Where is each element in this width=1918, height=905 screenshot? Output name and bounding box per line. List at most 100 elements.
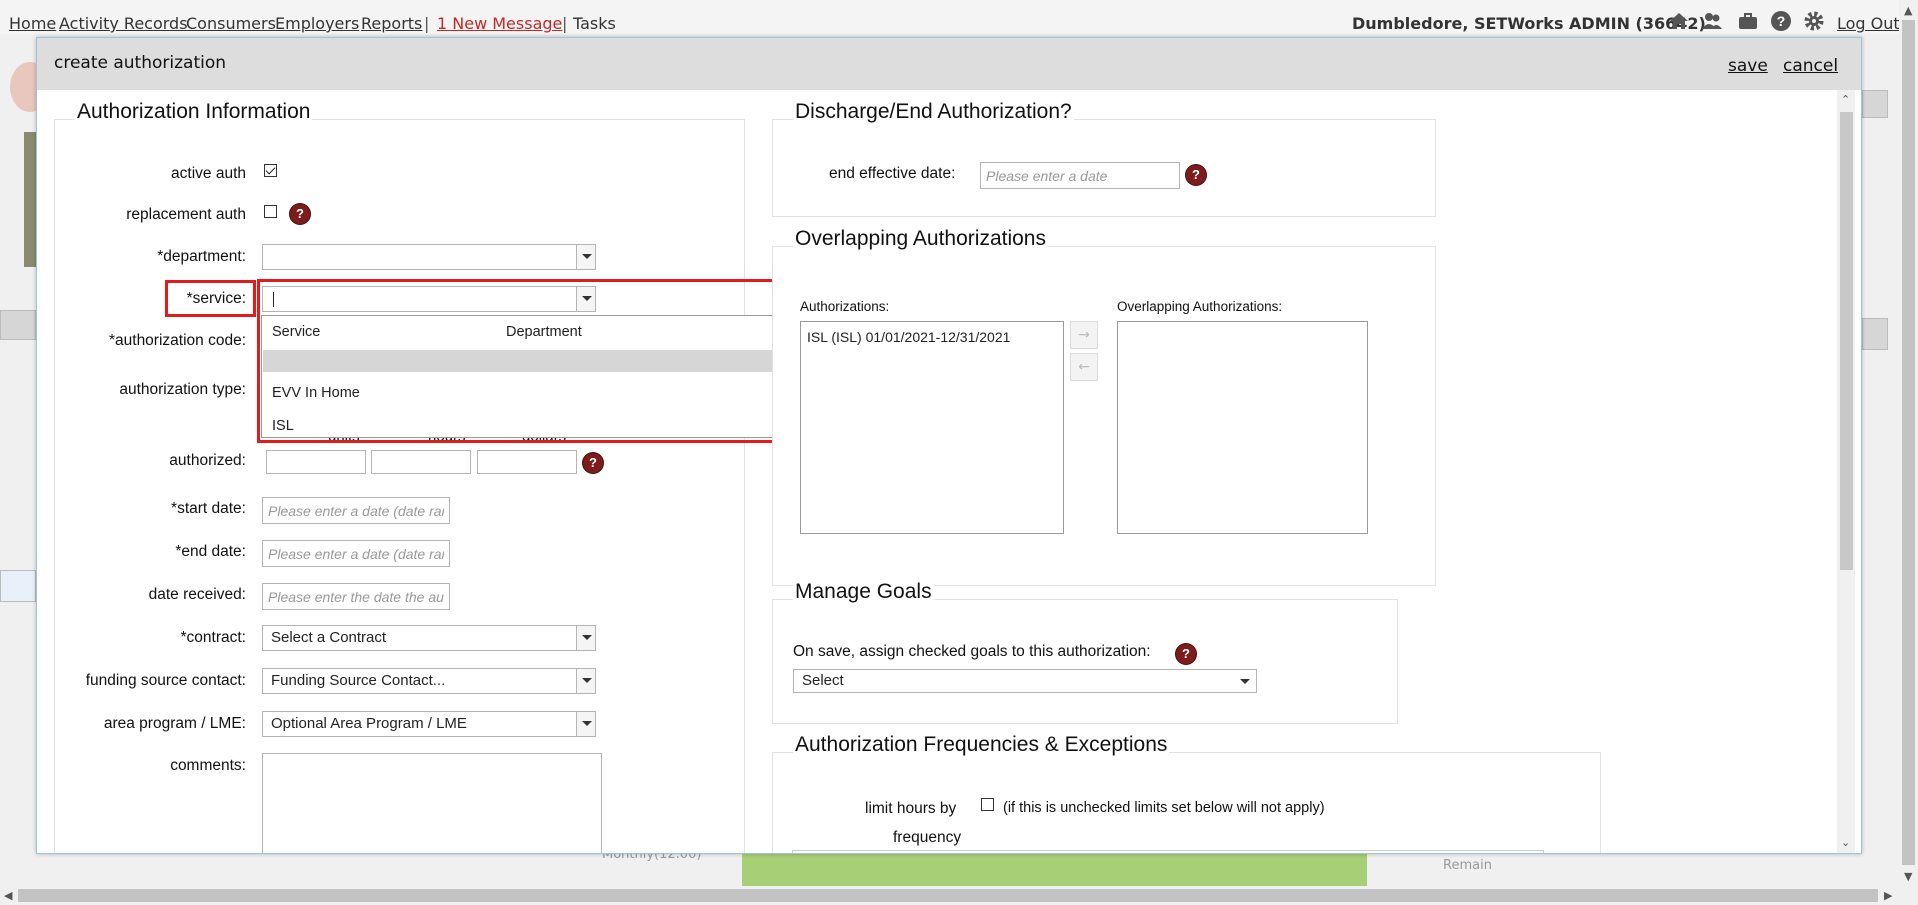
gear-icon[interactable] — [1803, 10, 1825, 32]
window-horizontal-scroll-thumb[interactable] — [18, 889, 1878, 902]
authorized-help-icon[interactable]: ? — [583, 453, 603, 473]
authorizations-listbox[interactable]: ISL (ISL) 01/01/2021-12/31/2021 — [800, 321, 1064, 534]
authorized-label: authorized: — [169, 452, 246, 469]
contract-select[interactable]: Select a Contract — [262, 625, 596, 651]
comments-textarea[interactable] — [262, 753, 602, 853]
svg-text:?: ? — [1777, 13, 1786, 29]
background-strip — [0, 310, 36, 340]
authorization-type-label: authorization type: — [119, 381, 246, 398]
nav-activity-records-link[interactable]: Activity Records — [59, 14, 188, 33]
authorization-info-section — [54, 119, 745, 853]
nav-separator: | — [562, 14, 568, 33]
scroll-down-arrow-icon[interactable]: ▼ — [1904, 870, 1912, 883]
funding-source-contact-label: funding source contact: — [85, 672, 246, 689]
chevron-down-icon — [576, 626, 595, 650]
end-effective-date-input[interactable] — [980, 162, 1180, 189]
authorization-info-title: Authorization Information — [75, 100, 313, 124]
area-program-label: area program / LME: — [103, 715, 246, 732]
department-label: *department: — [157, 248, 246, 265]
replacement-auth-label: replacement auth — [126, 206, 246, 223]
dialog-scroll-thumb[interactable] — [1840, 112, 1853, 570]
briefcase-icon[interactable] — [1737, 10, 1759, 32]
help-icon[interactable]: ? — [1770, 10, 1792, 32]
scroll-left-arrow-icon[interactable]: ◀ — [4, 889, 12, 902]
end-effective-date-help-icon[interactable]: ? — [1186, 165, 1206, 185]
goals-select[interactable]: Select — [793, 669, 1257, 693]
department-select[interactable] — [262, 244, 596, 270]
funding-source-contact-select[interactable]: Funding Source Contact... — [262, 668, 596, 694]
limit-hours-checkbox[interactable] — [981, 798, 994, 811]
limit-hours-note: (if this is unchecked limits set below w… — [1003, 800, 1325, 816]
assign-goals-help-icon[interactable]: ? — [1176, 644, 1196, 664]
window-scroll-thumb[interactable] — [1902, 20, 1915, 865]
end-date-label: *end date: — [175, 543, 246, 560]
user-name: Dumbledore, SETWorks ADMIN (36642) — [1352, 14, 1706, 33]
nav-consumers-link[interactable]: Consumers — [186, 14, 276, 33]
nav-reports-link[interactable]: Reports — [361, 14, 422, 33]
dialog-title: create authorization — [54, 53, 227, 73]
service-dropdown-highlight — [257, 279, 793, 443]
manage-goals-title: Manage Goals — [793, 580, 934, 604]
manage-goals-section — [772, 599, 1398, 724]
limit-hours-label: limit hours by — [865, 800, 957, 817]
nav-tasks-link[interactable]: Tasks — [573, 14, 616, 33]
background-photo — [24, 132, 36, 267]
authorization-list-item[interactable]: ISL (ISL) 01/01/2021-12/31/2021 — [807, 329, 1010, 345]
end-date-input[interactable] — [262, 540, 450, 567]
discharge-title: Discharge/End Authorization? — [793, 100, 1074, 124]
logout-link[interactable]: Log Out — [1837, 14, 1900, 33]
authorization-code-label: *authorization code: — [108, 332, 246, 349]
nav-home-link[interactable]: Home — [9, 14, 56, 33]
nav-employers-link[interactable]: Employers — [275, 14, 359, 33]
authorizations-label: Authorizations: — [800, 299, 890, 314]
cancel-button[interactable]: cancel — [1783, 56, 1838, 76]
move-left-button[interactable]: ← — [1070, 353, 1098, 381]
assign-goals-label: On save, assign checked goals to this au… — [793, 643, 1151, 660]
background-select — [1862, 90, 1888, 118]
dialog-scroll-down-icon[interactable]: ⌄ — [1841, 836, 1850, 849]
dialog-scroll-up-icon[interactable]: ⌃ — [1841, 93, 1850, 106]
replacement-auth-help-icon[interactable]: ? — [290, 204, 310, 224]
contract-label: *contract: — [180, 629, 246, 646]
area-program-select[interactable]: Optional Area Program / LME — [262, 711, 596, 737]
chevron-down-icon — [1240, 679, 1250, 684]
users-icon[interactable] — [1701, 10, 1723, 32]
window-vertical-scrollbar[interactable]: ▲ ▼ — [1899, 0, 1918, 886]
authorized-units-input[interactable] — [266, 450, 366, 474]
nav-separator: | — [424, 14, 430, 33]
overlapping-title: Overlapping Authorizations — [793, 227, 1048, 251]
scroll-right-arrow-icon[interactable]: ▶ — [1884, 889, 1892, 902]
end-effective-date-label: end effective date: — [829, 165, 956, 182]
authorized-dollars-input[interactable] — [477, 450, 577, 474]
active-auth-checkbox[interactable] — [264, 164, 277, 177]
chevron-down-icon — [576, 669, 595, 693]
chevron-down-icon — [576, 245, 595, 269]
scroll-up-arrow-icon[interactable]: ▲ — [1904, 4, 1912, 17]
background-strip — [1862, 318, 1888, 350]
dialog-header: create authorization save cancel — [37, 38, 1861, 90]
background-progress-bar — [742, 852, 1367, 888]
home-icon[interactable] — [1668, 10, 1690, 32]
create-authorization-dialog: create authorization save cancel ⌃ ⌄ Aut… — [36, 37, 1862, 854]
start-date-input[interactable] — [262, 497, 450, 524]
top-navigation-bar: Home Activity Records Consumers Employer… — [0, 0, 1918, 34]
authorized-hours-input[interactable] — [371, 450, 471, 474]
move-right-button[interactable]: → — [1070, 321, 1098, 349]
replacement-auth-checkbox[interactable] — [264, 205, 277, 218]
frequencies-title: Authorization Frequencies & Exceptions — [793, 733, 1170, 757]
comments-label: comments: — [170, 757, 246, 774]
frequencies-table-top — [792, 850, 1544, 853]
start-date-label: *start date: — [171, 500, 246, 517]
overlapping-authorizations-listbox[interactable] — [1117, 321, 1368, 534]
background-strip — [0, 570, 36, 602]
new-message-link[interactable]: 1 New Message — [437, 14, 562, 33]
date-received-input[interactable] — [262, 583, 450, 610]
service-label-highlight — [165, 280, 256, 317]
background-remain-label: Remain — [1443, 858, 1492, 873]
overlapping-authorizations-label: Overlapping Authorizations: — [1117, 299, 1283, 314]
save-button[interactable]: save — [1728, 56, 1768, 76]
active-auth-label: active auth — [171, 165, 246, 182]
chevron-down-icon — [576, 712, 595, 736]
date-received-label: date received: — [148, 586, 246, 603]
limit-hours-frequency-label: frequency — [893, 829, 962, 846]
